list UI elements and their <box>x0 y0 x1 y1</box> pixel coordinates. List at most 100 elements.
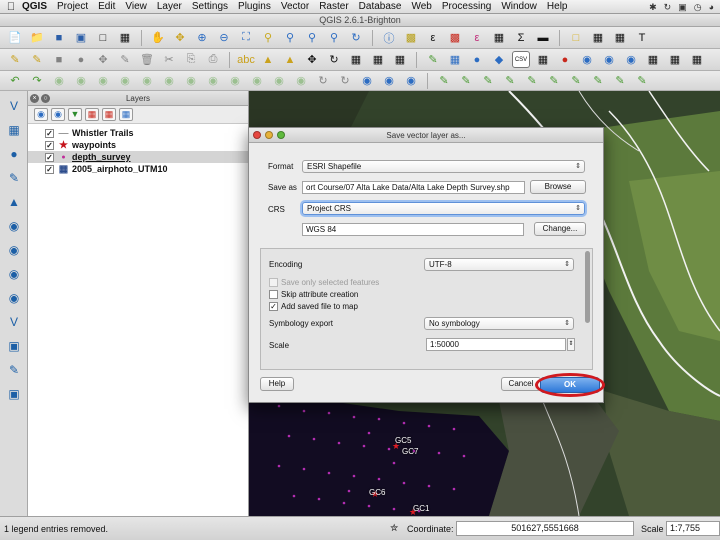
add-mssql-layer-icon[interactable]: ▲ <box>5 193 23 211</box>
label-change-icon[interactable]: ▦ <box>347 51 365 68</box>
cut-features-icon[interactable]: ✂ <box>160 51 178 68</box>
remove-layer-icon[interactable]: ▦ <box>119 108 133 121</box>
close-window-icon[interactable] <box>253 131 261 139</box>
reshape-features-icon[interactable]: ◉ <box>182 72 200 89</box>
show-bookmarks-icon[interactable]: ▦ <box>611 29 629 46</box>
wifi-icon[interactable]: ◕ <box>709 2 714 12</box>
composer-manager-icon[interactable]: ▦ <box>116 29 134 46</box>
add-oracle-layer-icon[interactable]: ◉ <box>5 217 23 235</box>
collapse-all-icon[interactable]: ▦ <box>102 108 116 121</box>
filter-legend-icon[interactable]: ▼ <box>68 108 82 121</box>
add-vector-layer-icon[interactable]: V <box>5 97 23 115</box>
clock-icon[interactable]: ◷ <box>694 2 702 13</box>
add-wfs-layer-icon[interactable]: ◉ <box>622 51 640 68</box>
layer-visibility-checkbox[interactable]: ✓ <box>45 152 54 162</box>
layer-row-depth-survey[interactable]: ✓ ● depth_survey <box>28 151 248 163</box>
interpolation-icon[interactable]: ◉ <box>402 72 420 89</box>
simplify-feature-icon[interactable]: ◉ <box>50 72 68 89</box>
add-postgis-layer-icon[interactable]: ● <box>5 145 23 163</box>
annotation-icon[interactable]: ◉ <box>358 72 376 89</box>
save-as-icon[interactable]: ▣ <box>72 29 90 46</box>
zoom-to-selection-icon[interactable]: ⚲ <box>259 29 277 46</box>
menu-layer[interactable]: Layer <box>157 1 182 12</box>
identify-icon[interactable]: ⓘ <box>380 29 398 46</box>
vector-tool-4-icon[interactable]: ✎ <box>501 72 519 89</box>
move-feature-icon[interactable]: ✥ <box>94 51 112 68</box>
rotate-symbols-icon[interactable]: ↻ <box>314 72 332 89</box>
bluetooth-icon[interactable]: ✱ <box>649 2 657 13</box>
undo-icon[interactable]: ↶ <box>6 72 24 89</box>
coordinate-field[interactable]: 501627,5551668 <box>456 521 634 536</box>
add-raster-layer-icon[interactable]: ▦ <box>446 51 464 68</box>
minimize-window-icon[interactable] <box>265 131 273 139</box>
apple-icon[interactable]:  <box>0 1 22 13</box>
layer-row-whistler-trails[interactable]: ✓ — Whistler Trails <box>28 127 248 139</box>
new-gpx-layer-icon[interactable]: ▣ <box>5 385 23 403</box>
close-panel-icon[interactable]: × <box>30 94 39 103</box>
label-properties-icon[interactable]: ▦ <box>391 51 409 68</box>
menu-app-name[interactable]: QGIS <box>22 1 47 12</box>
crs-select[interactable]: Project CRS ⇕ <box>302 202 585 215</box>
map-tips-icon[interactable]: □ <box>567 29 585 46</box>
add-mssql-layer-icon[interactable]: ▦ <box>534 51 552 68</box>
current-edits-icon[interactable]: ✎ <box>6 51 24 68</box>
label-highlight-icon[interactable]: ▲ <box>281 51 299 68</box>
new-spatialite-layer-icon[interactable]: ✎ <box>5 361 23 379</box>
zoom-in-icon[interactable]: ⊕ <box>193 29 211 46</box>
menu-view[interactable]: View <box>125 1 147 12</box>
encoding-select[interactable]: UTF-8 ⇕ <box>424 258 574 271</box>
zoom-out-icon[interactable]: ⊖ <box>215 29 233 46</box>
sync-icon[interactable]: ↻ <box>664 2 672 13</box>
zoom-next-icon[interactable]: ⚲ <box>325 29 343 46</box>
layer-row-airphoto[interactable]: ✓ ▦ 2005_airphoto_UTM10 <box>28 163 248 175</box>
menu-database[interactable]: Database <box>359 1 402 12</box>
layer-visibility-checkbox[interactable]: ✓ <box>45 164 54 174</box>
zoom-full-icon[interactable]: ⛶ <box>237 29 255 46</box>
change-crs-button[interactable]: Change... <box>534 222 586 236</box>
label-pin-icon[interactable]: ▲ <box>259 51 277 68</box>
new-shapefile-icon[interactable]: ▦ <box>644 51 662 68</box>
menu-window[interactable]: Window <box>501 1 537 12</box>
crs-name-field[interactable]: WGS 84 <box>302 223 524 236</box>
options-scrollbar[interactable] <box>585 251 590 323</box>
add-wcs-layer-icon[interactable]: ◉ <box>600 51 618 68</box>
split-features-icon[interactable]: ◉ <box>226 72 244 89</box>
add-to-map-checkbox[interactable]: ✓ <box>269 302 278 311</box>
float-panel-icon[interactable]: ○ <box>41 94 50 103</box>
refresh-icon[interactable]: ↻ <box>347 29 365 46</box>
georeferencer-icon[interactable]: ◉ <box>380 72 398 89</box>
pan-hand-icon[interactable]: ✋ <box>149 29 167 46</box>
expand-all-icon[interactable]: ▦ <box>85 108 99 121</box>
skip-attribute-checkbox[interactable] <box>269 290 278 299</box>
menu-raster[interactable]: Raster <box>319 1 348 12</box>
add-vector-layer-icon[interactable]: ✎ <box>424 51 442 68</box>
zoom-window-icon[interactable] <box>277 131 285 139</box>
help-button[interactable]: Help <box>260 377 294 391</box>
scale-field[interactable]: 1:50000 <box>426 338 566 351</box>
browse-button[interactable]: Browse <box>530 180 586 194</box>
layer-visibility-checkbox[interactable]: ✓ <box>45 140 54 150</box>
delete-part-icon[interactable]: ◉ <box>160 72 178 89</box>
add-ring-icon[interactable]: ◉ <box>72 72 90 89</box>
grid-icon[interactable]: ▦ <box>688 51 706 68</box>
menu-help[interactable]: Help <box>547 1 568 12</box>
save-selected-checkbox[interactable] <box>269 278 278 287</box>
add-raster-layer-icon[interactable]: ▦ <box>5 121 23 139</box>
new-spatialite-icon[interactable]: ▦ <box>666 51 684 68</box>
new-project-icon[interactable]: 📄 <box>6 29 24 46</box>
new-print-composer-icon[interactable]: □ <box>94 29 112 46</box>
menu-web[interactable]: Web <box>411 1 431 12</box>
delete-ring-icon[interactable]: ◉ <box>138 72 156 89</box>
deselect-icon[interactable]: ▩ <box>446 29 464 46</box>
field-calculator-icon[interactable]: ε <box>468 29 486 46</box>
zoom-last-icon[interactable]: ⚲ <box>303 29 321 46</box>
add-spatialite-layer-icon[interactable]: ✎ <box>5 169 23 187</box>
add-wms-layer-icon[interactable]: ◉ <box>5 241 23 259</box>
select-features-icon[interactable]: ▩ <box>402 29 420 46</box>
label-rotate-icon[interactable]: ↻ <box>325 51 343 68</box>
layer-visibility-checkbox[interactable]: ✓ <box>45 128 54 138</box>
label-tool-icon[interactable]: abc <box>237 51 255 68</box>
vector-tool-3-icon[interactable]: ✎ <box>479 72 497 89</box>
save-project-icon[interactable]: ■ <box>50 29 68 46</box>
add-delimited-text-icon[interactable]: V <box>5 313 23 331</box>
